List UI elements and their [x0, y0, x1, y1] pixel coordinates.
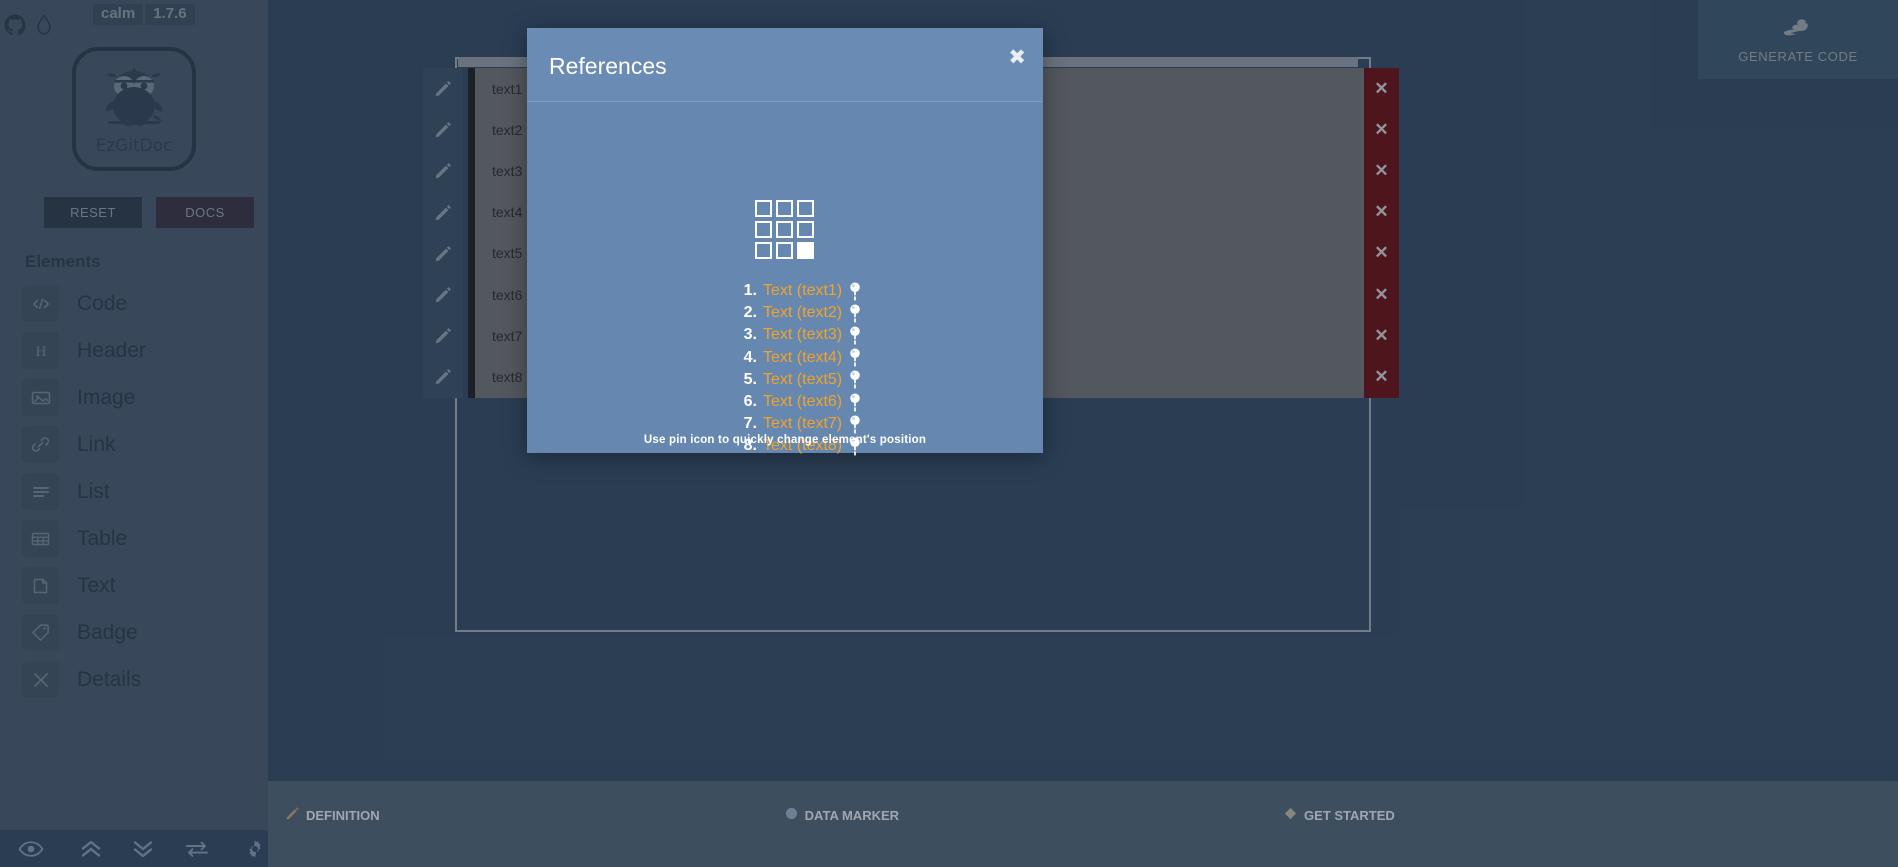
reference-pin-button[interactable] — [849, 282, 861, 301]
list-item: 6. Text (text6) — [527, 391, 1043, 413]
position-grid-cell[interactable] — [797, 242, 814, 259]
reference-pin-button[interactable] — [849, 393, 861, 412]
references-modal: References ✖ 1. Text (text1) 2. Text (text2… — [527, 28, 1043, 456]
reference-link[interactable]: Text (text5) — [763, 371, 842, 389]
list-item: 7. Text (text7) — [527, 413, 1043, 435]
pin-icon — [850, 415, 860, 434]
modal-header: References ✖ — [527, 28, 1043, 102]
reference-number: 1. — [743, 282, 757, 300]
reference-link[interactable]: Text (text3) — [763, 326, 842, 344]
pin-icon — [850, 304, 860, 323]
modal-body: 1. Text (text1) 2. Text (text2) 3. Text (text… — [527, 102, 1043, 456]
modal-title: References — [549, 53, 667, 79]
reference-pin-button[interactable] — [849, 348, 861, 367]
reference-link[interactable]: Text (text6) — [763, 393, 842, 411]
reference-link[interactable]: Text (text2) — [763, 304, 842, 322]
position-grid-cell[interactable] — [776, 242, 793, 259]
reference-link[interactable]: Text (text4) — [763, 349, 842, 367]
position-grid-cell[interactable] — [755, 221, 772, 238]
pin-icon — [850, 326, 860, 345]
list-item: 5. Text (text5) — [527, 369, 1043, 391]
pin-icon — [850, 370, 860, 389]
position-grid-cell[interactable] — [797, 221, 814, 238]
reference-number: 6. — [743, 393, 757, 411]
position-grid-cell[interactable] — [797, 200, 814, 217]
position-grid-cell[interactable] — [776, 221, 793, 238]
position-grid-cell[interactable] — [776, 200, 793, 217]
list-item: 3. Text (text3) — [527, 324, 1043, 346]
pin-icon — [850, 282, 860, 301]
reference-pin-button[interactable] — [849, 326, 861, 345]
reference-number: 2. — [743, 304, 757, 322]
close-icon[interactable]: ✖ — [1008, 47, 1026, 68]
list-item: 2. Text (text2) — [527, 302, 1043, 324]
position-grid — [755, 200, 814, 259]
list-item: 4. Text (text4) — [527, 347, 1043, 369]
reference-pin-button[interactable] — [849, 370, 861, 389]
list-item: 1. Text (text1) — [527, 280, 1043, 302]
reference-pin-button[interactable] — [849, 304, 861, 323]
position-grid-cell[interactable] — [755, 242, 772, 259]
pin-icon — [850, 348, 860, 367]
reference-link[interactable]: Text (text1) — [763, 282, 842, 300]
reference-pin-button[interactable] — [849, 415, 861, 434]
modal-hint: Use pin icon to quickly change element's… — [643, 434, 927, 446]
reference-number: 5. — [743, 370, 757, 388]
references-list: 1. Text (text1) 2. Text (text2) 3. Text (text… — [527, 280, 1043, 458]
reference-number: 4. — [743, 348, 757, 366]
reference-number: 3. — [743, 326, 757, 344]
reference-link[interactable]: Text (text7) — [763, 415, 842, 433]
reference-number: 7. — [743, 415, 757, 433]
pin-icon — [850, 393, 860, 411]
position-grid-cell[interactable] — [755, 200, 772, 217]
